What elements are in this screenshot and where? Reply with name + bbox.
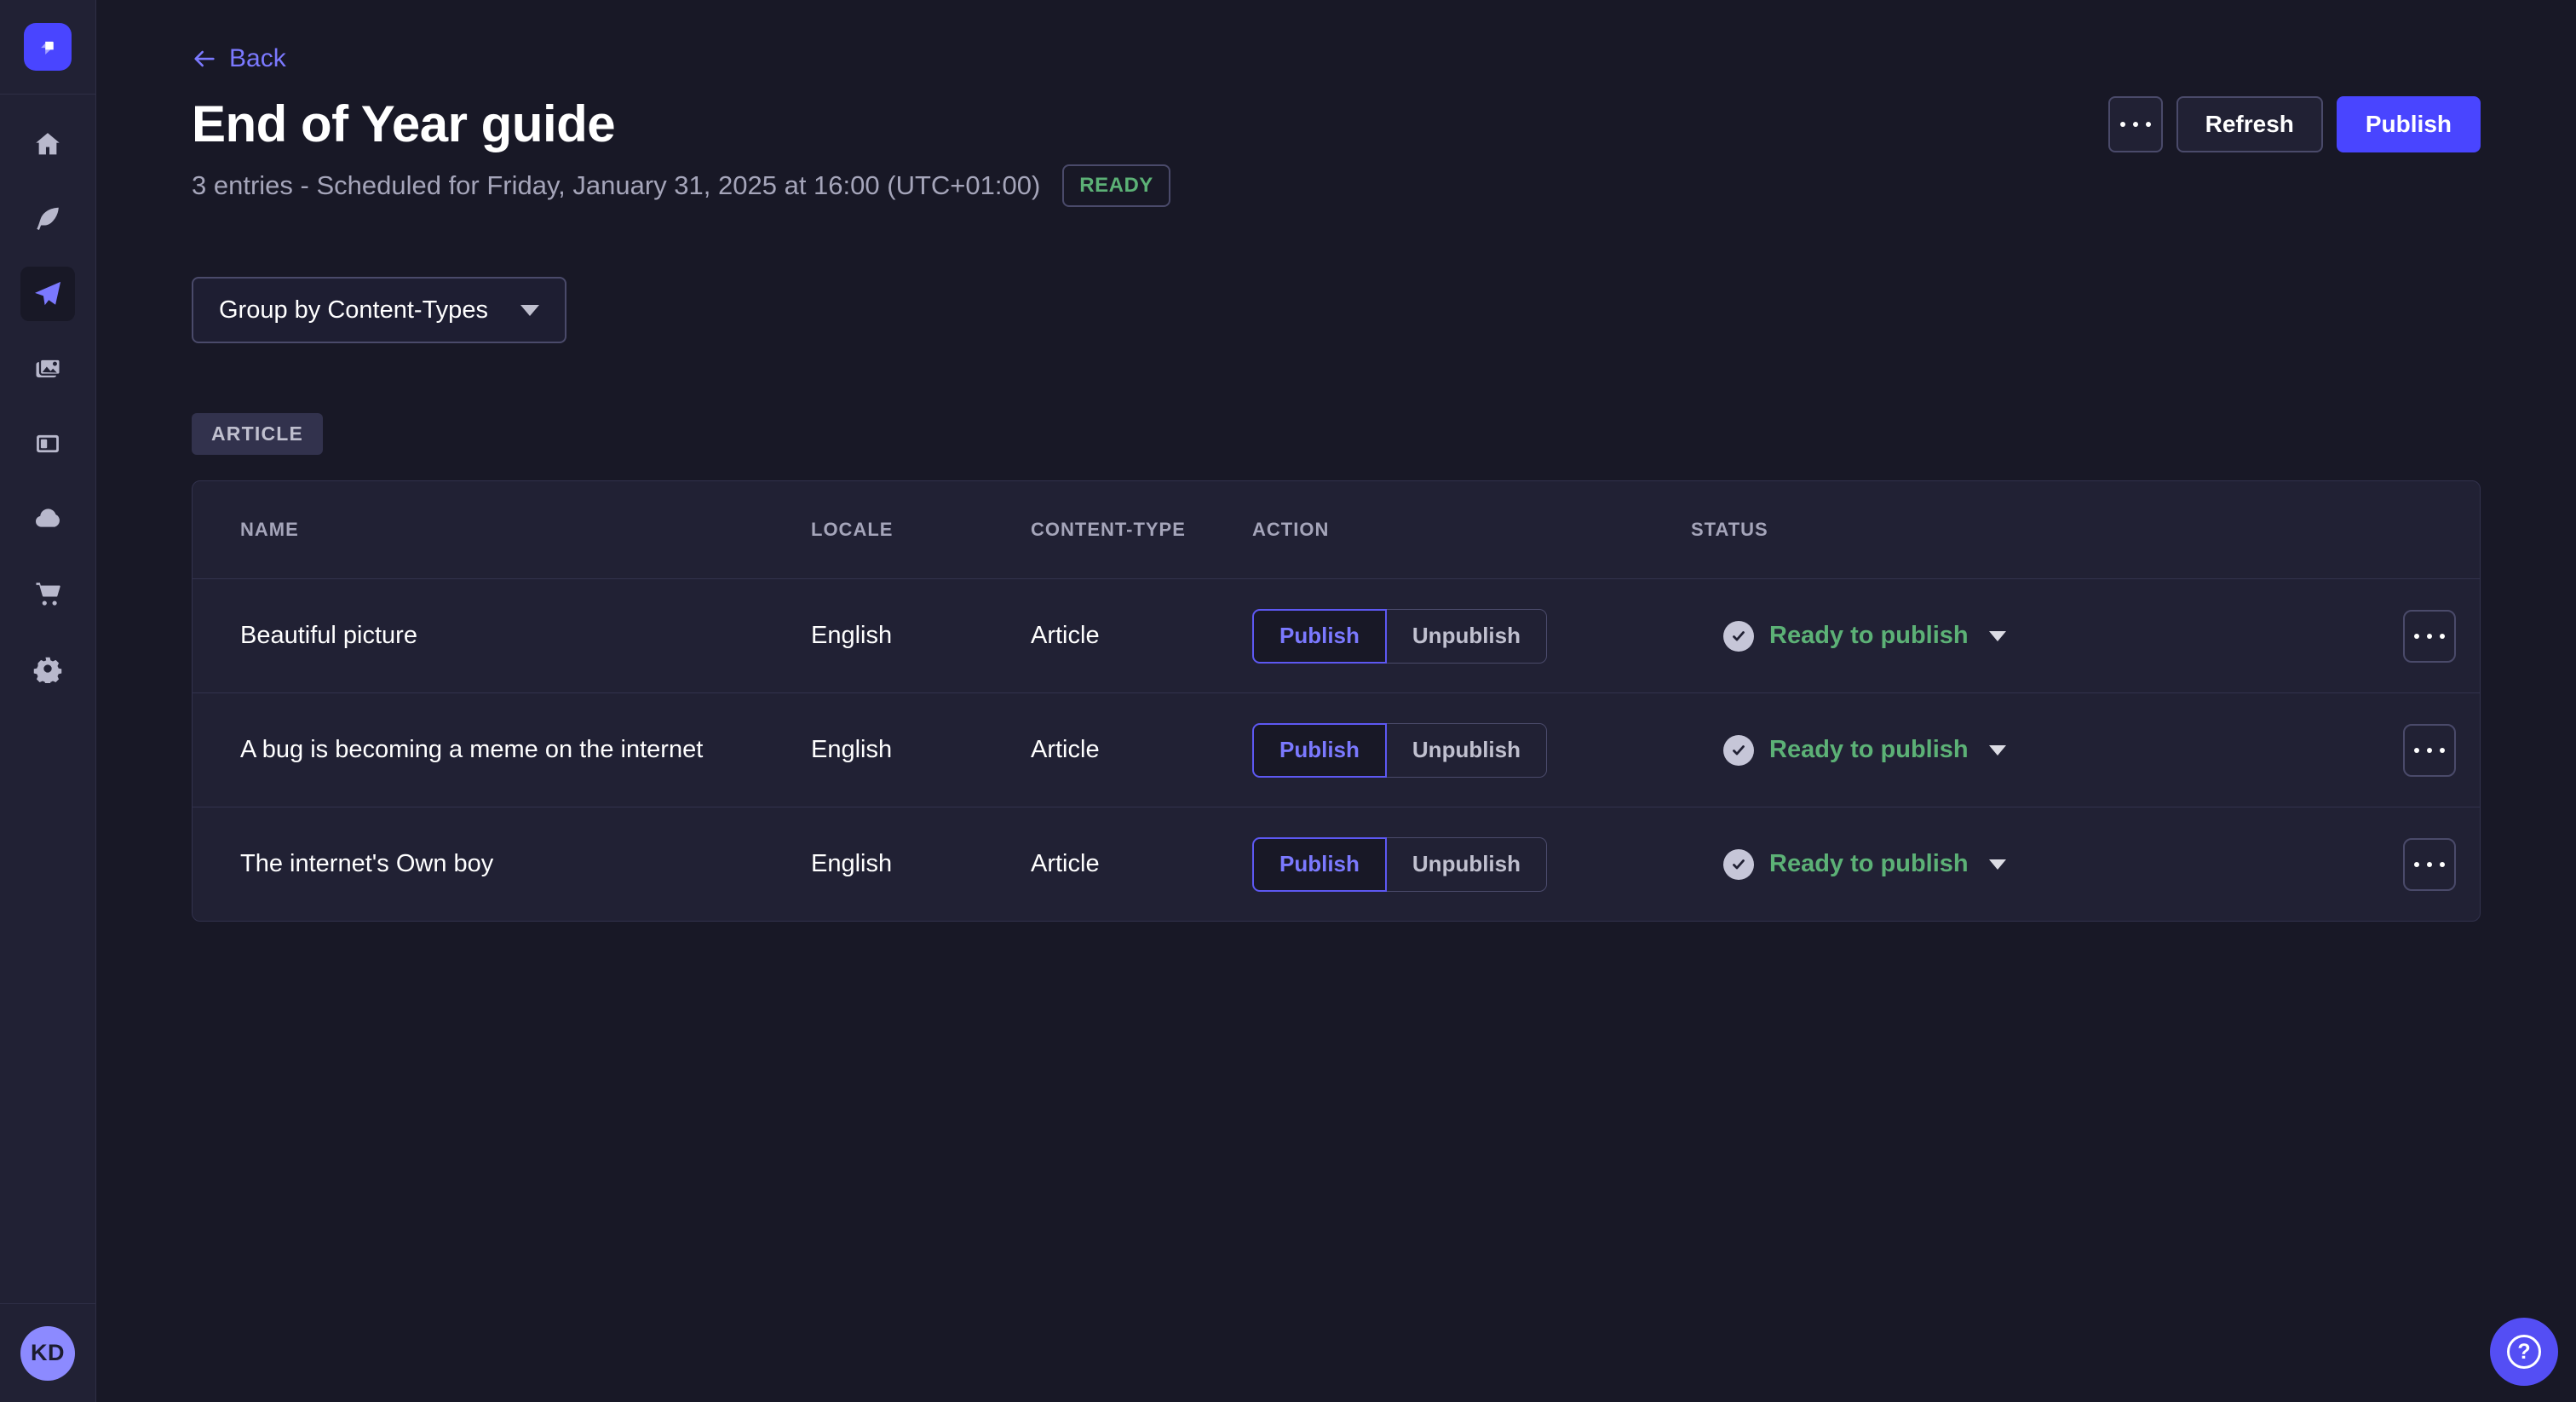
- check-circle-icon: [1723, 849, 1754, 880]
- column-header-action: ACTION: [1252, 519, 1691, 541]
- layout-icon: [32, 428, 63, 459]
- paper-plane-icon: [32, 279, 63, 309]
- arrow-left-icon: [192, 46, 217, 72]
- sidebar-item-releases[interactable]: [20, 267, 75, 321]
- chevron-down-icon: [1989, 631, 2006, 641]
- question-mark-icon: ?: [2507, 1335, 2541, 1369]
- check-circle-icon: [1723, 735, 1754, 766]
- refresh-button[interactable]: Refresh: [2176, 96, 2323, 152]
- status-dropdown[interactable]: Ready to publish: [1723, 849, 2006, 880]
- column-header-locale: LOCALE: [811, 519, 1031, 541]
- strapi-logo-icon: [32, 32, 63, 62]
- sidebar-nav: [0, 95, 95, 1303]
- chevron-down-icon: [1989, 859, 2006, 870]
- sidebar-item-marketplace[interactable]: [20, 566, 75, 621]
- entry-locale: English: [811, 622, 1031, 650]
- table-header-row: NAME LOCALE CONTENT-TYPE ACTION STATUS: [193, 481, 2480, 578]
- column-header-status: STATUS: [1691, 519, 2401, 541]
- gear-icon: [33, 654, 62, 683]
- status-dropdown[interactable]: Ready to publish: [1723, 621, 2006, 652]
- release-subtitle: 3 entries - Scheduled for Friday, Januar…: [192, 170, 1040, 201]
- publish-option-button[interactable]: Publish: [1252, 723, 1387, 778]
- entry-content-type: Article: [1031, 850, 1252, 878]
- media-icon: [32, 353, 63, 384]
- check-circle-icon: [1723, 621, 1754, 652]
- publish-option-button[interactable]: Publish: [1252, 837, 1387, 892]
- main-content: Back End of Year guide Refresh Publish 3…: [96, 0, 2576, 922]
- entry-name: The internet's Own boy: [240, 850, 811, 878]
- entry-content-type: Article: [1031, 736, 1252, 764]
- group-by-select[interactable]: Group by Content-Types: [192, 277, 566, 343]
- entry-name: A bug is becoming a meme on the internet: [240, 736, 811, 764]
- entry-locale: English: [811, 736, 1031, 764]
- chevron-down-icon: [520, 305, 539, 316]
- sidebar-item-content-type-builder[interactable]: [20, 417, 75, 471]
- table-row: The internet's Own boy English Article P…: [193, 807, 2480, 921]
- sidebar-item-settings[interactable]: [20, 641, 75, 696]
- unpublish-option-button[interactable]: Unpublish: [1387, 723, 1547, 778]
- row-more-button[interactable]: [2403, 610, 2456, 663]
- ellipsis-icon: [2414, 862, 2445, 867]
- column-header-content-type: CONTENT-TYPE: [1031, 519, 1252, 541]
- entries-table: NAME LOCALE CONTENT-TYPE ACTION STATUS B…: [192, 480, 2481, 922]
- sidebar: KD: [0, 0, 96, 1402]
- sidebar-logo-area: [0, 0, 95, 95]
- publish-release-button[interactable]: Publish: [2337, 96, 2481, 152]
- unpublish-option-button[interactable]: Unpublish: [1387, 609, 1547, 664]
- page-title: End of Year guide: [192, 96, 615, 152]
- sidebar-item-cloud[interactable]: [20, 491, 75, 546]
- release-status-badge: READY: [1062, 164, 1170, 207]
- entry-locale: English: [811, 850, 1031, 878]
- chevron-down-icon: [1989, 745, 2006, 756]
- entry-content-type: Article: [1031, 622, 1252, 650]
- action-segmented-control: Publish Unpublish: [1252, 837, 1691, 892]
- ellipsis-icon: [2414, 634, 2445, 639]
- unpublish-option-button[interactable]: Unpublish: [1387, 837, 1547, 892]
- action-segmented-control: Publish Unpublish: [1252, 723, 1691, 778]
- table-row: Beautiful picture English Article Publis…: [193, 578, 2480, 692]
- table-row: A bug is becoming a meme on the internet…: [193, 692, 2480, 807]
- content-type-group-badge: ARTICLE: [192, 413, 323, 455]
- status-label: Ready to publish: [1769, 622, 1969, 650]
- header-actions: Refresh Publish: [2108, 96, 2481, 152]
- status-label: Ready to publish: [1769, 850, 1969, 878]
- status-dropdown[interactable]: Ready to publish: [1723, 735, 2006, 766]
- row-more-button[interactable]: [2403, 724, 2456, 777]
- ellipsis-icon: [2120, 122, 2151, 127]
- sidebar-item-home[interactable]: [20, 117, 75, 171]
- cloud-icon: [32, 503, 63, 534]
- column-header-name: NAME: [240, 519, 811, 541]
- status-label: Ready to publish: [1769, 736, 1969, 764]
- feather-icon: [32, 204, 63, 234]
- group-by-value: Group by Content-Types: [219, 296, 488, 325]
- sidebar-item-media-library[interactable]: [20, 342, 75, 396]
- sidebar-item-content-manager[interactable]: [20, 192, 75, 246]
- back-label: Back: [229, 44, 286, 73]
- entry-name: Beautiful picture: [240, 622, 811, 650]
- strapi-logo[interactable]: [24, 23, 72, 71]
- cart-icon: [32, 578, 63, 609]
- user-avatar[interactable]: KD: [20, 1326, 75, 1381]
- help-button[interactable]: ?: [2490, 1318, 2558, 1386]
- back-link[interactable]: Back: [192, 44, 286, 73]
- more-actions-button[interactable]: [2108, 96, 2163, 152]
- home-icon: [32, 129, 63, 159]
- ellipsis-icon: [2414, 748, 2445, 753]
- publish-option-button[interactable]: Publish: [1252, 609, 1387, 664]
- row-more-button[interactable]: [2403, 838, 2456, 891]
- sidebar-footer: KD: [0, 1303, 95, 1402]
- action-segmented-control: Publish Unpublish: [1252, 609, 1691, 664]
